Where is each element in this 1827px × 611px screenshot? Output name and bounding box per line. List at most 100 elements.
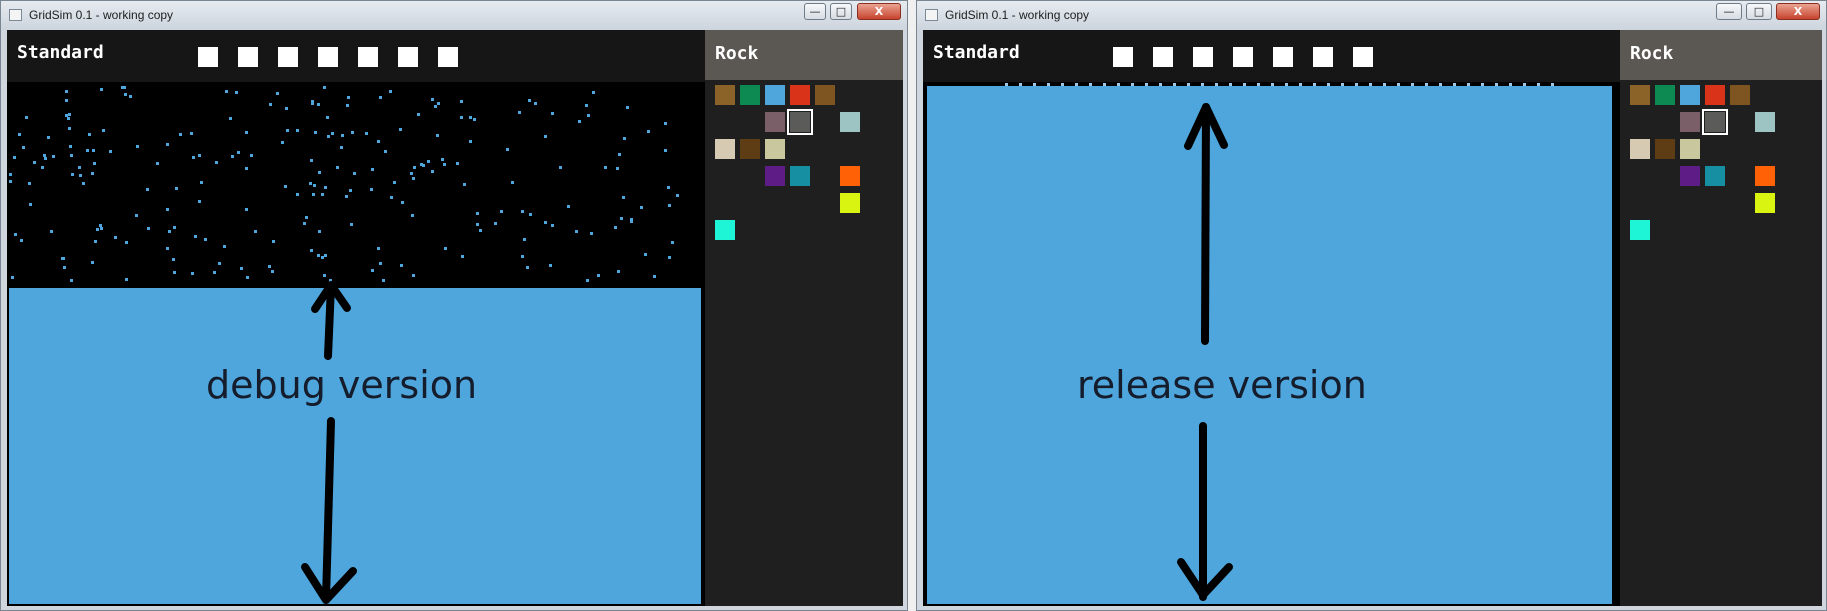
- tool-button-3[interactable]: [278, 47, 298, 67]
- material-swatch[interactable]: [765, 112, 785, 132]
- maximize-icon[interactable]: □: [830, 3, 852, 20]
- material-swatch[interactable]: [787, 109, 813, 135]
- material-swatch[interactable]: [1680, 139, 1700, 159]
- material-swatch[interactable]: [1755, 112, 1775, 132]
- water-particle: [86, 149, 89, 152]
- water-particle: [1187, 83, 1190, 86]
- water-particle: [443, 163, 446, 166]
- water-particle: [245, 131, 248, 134]
- water-particle: [456, 162, 459, 165]
- app-icon: [9, 9, 22, 21]
- water-particle: [410, 172, 413, 175]
- water-particle: [351, 131, 354, 134]
- water-particle: [296, 129, 299, 132]
- title-bar[interactable]: GridSim 0.1 - working copy — □ X: [917, 1, 1826, 29]
- material-swatch[interactable]: [840, 193, 860, 213]
- material-swatch[interactable]: [715, 85, 735, 105]
- water-particle: [384, 150, 387, 153]
- tool-button-7[interactable]: [1353, 47, 1373, 67]
- tool-button-2[interactable]: [238, 47, 258, 67]
- water-particle: [1005, 83, 1008, 86]
- tool-button-4[interactable]: [1233, 47, 1253, 67]
- tool-button-6[interactable]: [1313, 47, 1333, 67]
- water-particle: [671, 241, 674, 244]
- tool-button-7[interactable]: [438, 47, 458, 67]
- water-particle: [379, 262, 382, 265]
- tool-button-3[interactable]: [1193, 47, 1213, 67]
- water-particle: [441, 158, 444, 161]
- material-swatch[interactable]: [1680, 112, 1700, 132]
- water-particle: [1229, 83, 1232, 86]
- water-particle: [310, 249, 313, 252]
- water-particle: [549, 264, 552, 267]
- water-particle: [99, 224, 102, 227]
- material-swatch[interactable]: [1655, 139, 1675, 159]
- water-particle: [198, 200, 201, 203]
- material-swatch[interactable]: [840, 112, 860, 132]
- water-particle: [617, 270, 620, 273]
- material-swatch[interactable]: [1655, 85, 1675, 105]
- title-bar[interactable]: GridSim 0.1 - working copy — □ X: [1, 1, 907, 29]
- material-swatch[interactable]: [1680, 166, 1700, 186]
- material-swatch[interactable]: [790, 166, 810, 186]
- material-swatch[interactable]: [1702, 109, 1728, 135]
- close-icon[interactable]: X: [857, 3, 901, 20]
- water-particle: [664, 149, 667, 152]
- material-swatch[interactable]: [765, 166, 785, 186]
- material-swatch[interactable]: [765, 85, 785, 105]
- water-particle: [1537, 83, 1540, 86]
- material-swatch[interactable]: [1630, 220, 1650, 240]
- material-swatch[interactable]: [715, 220, 735, 240]
- material-swatch[interactable]: [1730, 85, 1750, 105]
- mode-label[interactable]: Standard: [933, 42, 1020, 63]
- water-particle: [91, 261, 94, 264]
- water-particle: [544, 221, 547, 224]
- water-particle: [614, 226, 617, 229]
- material-swatch[interactable]: [840, 166, 860, 186]
- material-swatch[interactable]: [790, 85, 810, 105]
- water-particle: [173, 226, 176, 229]
- material-swatch[interactable]: [815, 85, 835, 105]
- minimize-icon[interactable]: —: [804, 3, 826, 20]
- water-particle: [1103, 83, 1106, 86]
- tool-button-5[interactable]: [1273, 47, 1293, 67]
- water-particle: [523, 238, 526, 241]
- tool-button-6[interactable]: [398, 47, 418, 67]
- maximize-icon[interactable]: □: [1746, 3, 1772, 20]
- mode-label[interactable]: Standard: [17, 42, 104, 63]
- water-particle: [521, 210, 524, 213]
- water-particle: [33, 161, 36, 164]
- material-swatch[interactable]: [1755, 166, 1775, 186]
- tool-button-4[interactable]: [318, 47, 338, 67]
- material-swatch[interactable]: [1755, 193, 1775, 213]
- material-swatch[interactable]: [1705, 85, 1725, 105]
- app-icon: [925, 9, 938, 21]
- water-particle: [136, 145, 139, 148]
- water-particle: [29, 203, 32, 206]
- material-swatch[interactable]: [1680, 85, 1700, 105]
- water-particle: [667, 186, 670, 189]
- water-particle: [191, 272, 194, 275]
- water-particle: [28, 182, 31, 185]
- material-swatch[interactable]: [740, 85, 760, 105]
- tool-button-2[interactable]: [1153, 47, 1173, 67]
- water-particle: [371, 168, 374, 171]
- water-particle: [340, 146, 343, 149]
- water-particle: [592, 91, 595, 94]
- tool-button-1[interactable]: [198, 47, 218, 67]
- material-swatch[interactable]: [765, 139, 785, 159]
- material-swatch[interactable]: [1705, 166, 1725, 186]
- water-particle: [365, 132, 368, 135]
- simulation-canvas[interactable]: [925, 82, 1616, 604]
- material-swatch[interactable]: [740, 139, 760, 159]
- close-icon[interactable]: X: [1776, 3, 1820, 20]
- tool-button-5[interactable]: [358, 47, 378, 67]
- water-particle: [67, 117, 70, 120]
- water-particle: [1215, 83, 1218, 86]
- material-swatch[interactable]: [715, 139, 735, 159]
- material-swatch[interactable]: [1630, 139, 1650, 159]
- minimize-icon[interactable]: —: [1716, 3, 1742, 20]
- water-particle: [166, 143, 169, 146]
- tool-button-1[interactable]: [1113, 47, 1133, 67]
- material-swatch[interactable]: [1630, 85, 1650, 105]
